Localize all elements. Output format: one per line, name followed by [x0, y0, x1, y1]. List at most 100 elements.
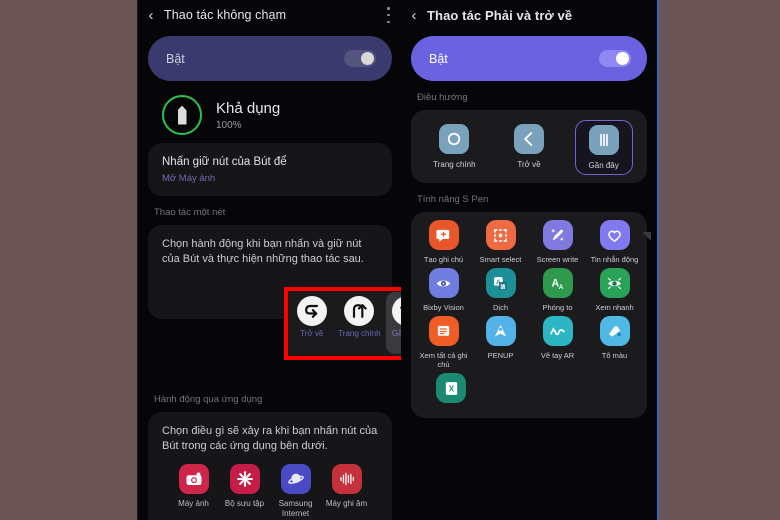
screenshot-stage: ‹ Thao tác không chạm Bật Khả dụng 100% …	[0, 0, 780, 520]
smart-select-icon	[485, 220, 516, 250]
spen-feature-all-notes[interactable]: Xem tất cả ghi chú	[416, 316, 472, 369]
left-appbar: ‹ Thao tác không chạm	[138, 0, 402, 30]
spen-feature-create-note[interactable]: Tạo ghi chú	[416, 220, 472, 264]
spen-feature-spreadsheet[interactable]: X	[423, 373, 479, 408]
spen-feature-label: Smart select	[479, 255, 522, 264]
spen-feature-row: Xem tất cả ghi chú PENUP Vẽ tay AR Tô mà…	[415, 316, 643, 369]
left-master-toggle-label: Bật	[166, 51, 185, 66]
penup-icon	[485, 316, 516, 346]
app-shortcut-label: Samsung Internet	[278, 499, 313, 518]
spen-feature-label: Xem nhanh	[595, 303, 634, 312]
spen-feature-coloring[interactable]: Tô màu	[587, 316, 643, 369]
gestures-description: Chọn hành động khi bạn nhấn và giữ nút c…	[162, 238, 364, 265]
app-shortcut-camera[interactable]: Máy ảnh	[168, 464, 219, 518]
nav-option-recents[interactable]: Gần đây	[574, 120, 633, 175]
screen-write-icon	[542, 220, 573, 250]
spen-feature-translate[interactable]: A語 Dịch	[473, 268, 529, 312]
spen-feature-label: Tô màu	[601, 351, 628, 360]
s-pen-battery-level: 100%	[216, 119, 242, 131]
chevron-left-icon[interactable]: ‹	[401, 8, 427, 23]
spen-feature-label: Xem tất cả ghi chú	[419, 351, 468, 369]
translate-icon: A語	[485, 268, 516, 298]
recents-bars-icon	[588, 125, 619, 155]
navigation-section-label: Điều hướng	[417, 92, 468, 103]
ar-doodle-icon	[542, 316, 573, 346]
right-page-title: Thao tác Phải và trở về	[427, 7, 573, 23]
s-pen-status-title: Khả dụng	[216, 99, 281, 117]
spen-feature-ar-doodle[interactable]: Vẽ tay AR	[530, 316, 586, 369]
nav-option-back[interactable]: Trở về	[500, 120, 558, 175]
overflow-menu-icon[interactable]	[387, 7, 390, 23]
s-pen-icon	[162, 95, 202, 135]
create-note-icon	[428, 220, 459, 250]
spen-feature-bixby-vision[interactable]: Bixby Vision	[416, 268, 472, 312]
spen-feature-label: PENUP	[487, 351, 514, 360]
spen-feature-row-partial: X	[415, 373, 643, 408]
spen-feature-label: Bixby Vision	[423, 303, 464, 312]
gallery-icon	[229, 464, 260, 494]
left-master-toggle-card[interactable]: Bật	[148, 36, 392, 81]
back-chevron-icon	[513, 124, 544, 154]
app-actions-description: Chọn điều gì sẽ xảy ra khi bạn nhấn nút …	[162, 425, 378, 452]
nav-option-label: Gần đây	[588, 161, 619, 170]
left-page-title: Thao tác không chạm	[164, 8, 287, 22]
nav-option-home[interactable]: Trang chính	[425, 120, 483, 175]
spen-feature-label: Phóng to	[542, 303, 573, 312]
app-shortcut-voice-recorder[interactable]: Máy ghi âm	[321, 464, 372, 518]
right-master-toggle-switch[interactable]	[599, 50, 631, 67]
app-shortcut-label: Máy ảnh	[178, 499, 209, 508]
nav-option-label: Trang chính	[433, 160, 476, 169]
spen-feature-label: Vẽ tay AR	[540, 351, 575, 360]
app-actions-card: Chọn điều gì sẽ xảy ra khi bạn nhấn nút …	[148, 412, 392, 520]
spen-feature-live-message[interactable]: Tin nhắn động	[587, 220, 643, 264]
hold-button-action-card[interactable]: Nhấn giữ nút của Bút để Mở Máy ảnh	[148, 143, 392, 196]
toggle-knob	[616, 52, 629, 65]
gestures-section-label: Thao tác một nét	[154, 207, 226, 218]
right-master-toggle-label: Bật	[429, 51, 448, 66]
scroll-fold-indicator	[642, 232, 651, 241]
spen-feature-magnify[interactable]: AA Phóng to	[530, 268, 586, 312]
chevron-left-icon[interactable]: ‹	[138, 8, 164, 23]
spen-feature-row: Bixby Vision A語 Dịch AA Phóng to Xem nha…	[415, 268, 643, 312]
camera-icon	[178, 464, 209, 494]
spen-feature-label: Tạo ghi chú	[423, 255, 464, 264]
spen-feature-grid: Tạo ghi chú Smart select Screen write Ti…	[411, 212, 651, 418]
toggle-knob	[361, 52, 374, 65]
live-message-icon	[599, 220, 630, 250]
left-phone-screen: ‹ Thao tác không chạm Bật Khả dụng 100% …	[137, 0, 402, 520]
spen-feature-glance[interactable]: Xem nhanh	[587, 268, 643, 312]
magnify-icon: AA	[542, 268, 573, 298]
s-pen-status-row: Khả dụng 100%	[138, 81, 402, 143]
right-master-toggle-card[interactable]: Bật	[411, 36, 647, 81]
spreadsheet-icon: X	[436, 373, 466, 403]
navigation-options-card: Trang chính Trở về Gần đây	[411, 110, 647, 183]
bixby-vision-icon	[428, 268, 459, 298]
app-shortcut-samsung-internet[interactable]: Samsung Internet	[270, 464, 321, 518]
spen-feature-screen-write[interactable]: Screen write	[530, 220, 586, 264]
red-highlight-box	[284, 287, 402, 360]
all-notes-icon	[428, 316, 459, 346]
app-shortcut-gallery[interactable]: Bộ sưu tập	[219, 464, 270, 518]
app-actions-section-label: Hành động qua ứng dụng	[154, 394, 263, 405]
spen-feature-label: Screen write	[536, 255, 579, 264]
app-shortcut-label: Bộ sưu tập	[224, 499, 265, 508]
spen-feature-row: Tạo ghi chú Smart select Screen write Ti…	[415, 220, 643, 264]
voice-recorder-icon	[331, 464, 362, 494]
right-appbar: ‹ Thao tác Phải và trở về	[401, 0, 657, 30]
spen-feature-smart-select[interactable]: Smart select	[473, 220, 529, 264]
left-master-toggle-switch[interactable]	[344, 50, 376, 67]
app-shortcut-list: Máy ảnh Bộ sưu tập Samsung Internet Máy …	[162, 454, 378, 518]
home-circle-icon	[439, 124, 470, 154]
samsung-internet-icon	[280, 464, 311, 494]
nav-option-label: Trở về	[517, 160, 541, 169]
coloring-icon	[599, 316, 630, 346]
spen-feature-label: Tin nhắn động	[590, 255, 639, 264]
glance-icon	[599, 268, 630, 298]
right-phone-screen: ‹ Thao tác Phải và trở về Bật Điều hướng…	[401, 0, 659, 520]
spen-section-label: Tính năng S Pen	[417, 194, 489, 205]
svg-text:X: X	[448, 384, 454, 393]
hold-button-action-value: Mở Máy ảnh	[162, 173, 216, 184]
svg-text:A: A	[559, 284, 564, 291]
spen-feature-penup[interactable]: PENUP	[473, 316, 529, 369]
spen-feature-label: Dịch	[492, 303, 508, 312]
